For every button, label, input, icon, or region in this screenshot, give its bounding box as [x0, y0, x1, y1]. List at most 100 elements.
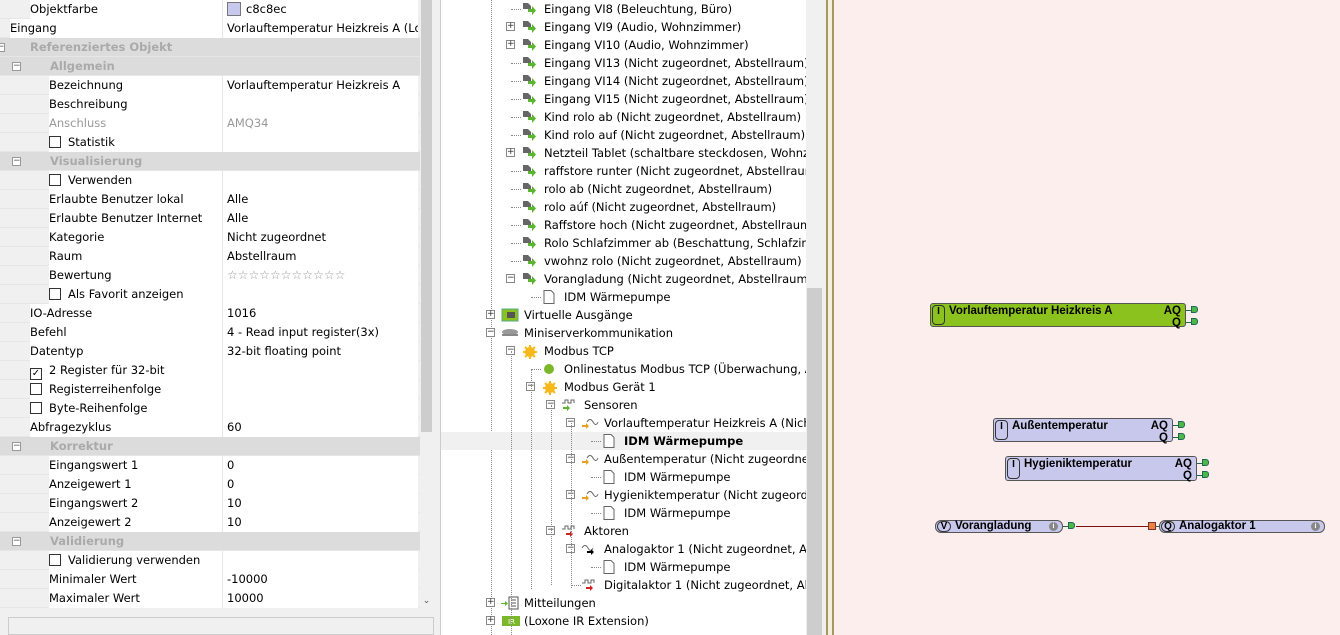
tree-item[interactable]: vwohnz rolo (Nicht zugeordnet, Abstellra… [441, 252, 806, 270]
tree-item[interactable]: rolo ab (Nicht zugeordnet, Abstellraum) [441, 180, 806, 198]
collapse-icon[interactable]: − [506, 274, 515, 283]
property-value[interactable]: Abstellraum [222, 247, 418, 266]
tree-item[interactable]: IDM Wärmepumpe [441, 504, 806, 522]
tree-item[interactable]: IDM Wärmepumpe [441, 432, 806, 450]
tree-item[interactable]: raffstore runter (Nicht zugeordnet, Abst… [441, 162, 806, 180]
tree-item[interactable]: Onlinestatus Modbus TCP (Überwachung, Ab… [441, 360, 806, 378]
property-row[interactable]: Eingang Vorlauftemperatur Heizkreis A (Lo… [0, 19, 420, 38]
property-row[interactable]: Anzeigewert 2 10 [0, 513, 420, 532]
tree-item[interactable]: − Modbus Gerät 1 [441, 378, 806, 396]
property-value[interactable]: 10 [222, 494, 418, 513]
block-aussentemperatur[interactable]: I Außentemperatur AQ Q [993, 418, 1173, 444]
tree-item[interactable]: − Modbus TCP [441, 342, 806, 360]
property-value[interactable] [222, 171, 418, 190]
property-row[interactable]: Kategorie Nicht zugeordnet [0, 228, 420, 247]
block-hygieniktemperatur[interactable]: I Hygieniktemperatur AQ Q [1005, 456, 1197, 482]
property-row[interactable]: Bezeichnung Vorlauftemperatur Heizkreis A [0, 76, 420, 95]
property-value[interactable]: AMQ34 [222, 114, 418, 133]
expand-icon[interactable]: + [506, 22, 515, 31]
tree-item[interactable]: IDM Wärmepumpe [441, 288, 806, 306]
tree-item[interactable]: + Netzteil Tablet (schaltbare steckdosen,… [441, 144, 806, 162]
tree-item[interactable]: − Aktoren [441, 522, 806, 540]
color-swatch[interactable] [227, 2, 241, 16]
checkbox[interactable]: ✓ [30, 368, 42, 380]
checkbox[interactable] [49, 288, 61, 300]
tree-item[interactable]: Kind rolo auf (Nicht zugeordnet, Abstell… [441, 126, 806, 144]
expand-icon[interactable]: + [486, 310, 495, 319]
property-row[interactable]: ✓ 2 Register für 32-bit [0, 361, 420, 380]
property-row[interactable]: Bewertung ☆☆☆☆☆☆☆☆☆☆☆ [0, 266, 420, 285]
output-pin[interactable] [1068, 522, 1075, 529]
output-pin[interactable] [1178, 421, 1185, 428]
tree-item[interactable]: Digitalaktor 1 (Nicht zugeordnet, Abstel… [441, 576, 806, 594]
tree-scrollbar[interactable] [806, 0, 823, 635]
property-value[interactable] [222, 551, 418, 570]
property-row[interactable]: Raum Abstellraum [0, 247, 420, 266]
checkbox[interactable] [49, 174, 61, 186]
collapse-icon[interactable]: − [486, 328, 495, 337]
property-value[interactable]: 60 [222, 418, 418, 437]
tree-item[interactable]: − Miniserverkommunikation [441, 324, 806, 342]
property-value[interactable]: 10 [222, 513, 418, 532]
expand-icon[interactable]: + [486, 598, 495, 607]
logic-canvas[interactable]: I Vorlauftemperatur Heizkreis A AQ Q I A… [834, 0, 1340, 635]
tree-item[interactable]: Eingang VI14 (Nicht zugeordnet, Abstellr… [441, 72, 806, 90]
info-icon[interactable]: i [1049, 522, 1058, 531]
property-value[interactable] [222, 285, 418, 304]
property-row[interactable]: Validierung verwenden [0, 551, 420, 570]
property-value[interactable] [222, 380, 418, 399]
info-icon[interactable]: i [1311, 522, 1320, 531]
tree-item[interactable]: rolo aúf (Nicht zugeordnet, Abstellraum) [441, 198, 806, 216]
property-value[interactable]: c8c8ec [222, 0, 418, 19]
checkbox[interactable] [49, 136, 61, 148]
panel-splitter[interactable] [826, 0, 834, 635]
property-row[interactable]: Maximaler Wert 10000 [0, 589, 420, 608]
input-pin[interactable] [1148, 522, 1156, 530]
property-row[interactable]: − Visualisierung [0, 152, 420, 171]
tree-item[interactable]: − Vorangladung (Nicht zugeordnet, Abstell… [441, 270, 806, 288]
checkbox[interactable] [30, 383, 42, 395]
scrollbar-thumb[interactable] [421, 0, 432, 432]
tree-item[interactable]: Eingang VI13 (Nicht zugeordnet, Abstellr… [441, 54, 806, 72]
property-row[interactable]: Eingangswert 2 10 [0, 494, 420, 513]
property-row[interactable]: Datentyp 32-bit floating point [0, 342, 420, 361]
output-pin[interactable] [1191, 318, 1198, 325]
checkbox[interactable] [49, 554, 61, 566]
block-analogaktor[interactable]: Q Analogaktor 1 i [1159, 520, 1325, 533]
property-value[interactable]: Alle [222, 209, 418, 228]
block-vorlauftemperatur[interactable]: I Vorlauftemperatur Heizkreis A AQ Q [930, 303, 1186, 329]
checkbox[interactable] [30, 402, 42, 414]
property-row[interactable]: Erlaubte Benutzer Internet Alle [0, 209, 420, 228]
tree-item[interactable]: −Hygieniktemperatur (Nicht zugeordnet) [441, 486, 806, 504]
property-row[interactable]: Befehl 4 - Read input register(3x) [0, 323, 420, 342]
property-row[interactable]: Statistik [0, 133, 420, 152]
property-row[interactable]: Beschreibung [0, 95, 420, 114]
property-value[interactable]: -10000 [222, 570, 418, 589]
property-value[interactable] [222, 399, 418, 418]
property-row[interactable]: Erlaubte Benutzer lokal Alle [0, 190, 420, 209]
output-pin[interactable] [1202, 471, 1209, 478]
property-row[interactable]: IO-Adresse 1016 [0, 304, 420, 323]
tree-item[interactable]: IDM Wärmepumpe [441, 468, 806, 486]
block-vorangladung[interactable]: V Vorangladung i [935, 520, 1063, 533]
output-pin[interactable] [1191, 306, 1198, 313]
tree-item[interactable]: − Sensoren [441, 396, 806, 414]
output-pin[interactable] [1178, 433, 1185, 440]
tree-item[interactable]: Kind rolo ab (Nicht zugeordnet, Abstellr… [441, 108, 806, 126]
tree-item[interactable]: Rolo Schlafzimmer ab (Beschattung, Schla… [441, 234, 806, 252]
tree-item[interactable]: −Analogaktor 1 (Nicht zugeordnet, Abstel… [441, 540, 806, 558]
tree-item[interactable]: + Eingang VI9 (Audio, Wohnzimmer) [441, 18, 806, 36]
property-row[interactable]: Registerreihenfolge [0, 380, 420, 399]
property-value[interactable]: Vorlauftemperatur Heizkreis A (Lo... [222, 19, 418, 38]
tree-item[interactable]: + Mitteilungen [441, 594, 806, 612]
scrollbar-thumb[interactable] [807, 288, 822, 635]
property-value[interactable]: Vorlauftemperatur Heizkreis A [222, 76, 418, 95]
tree-item[interactable]: −Vorlauftemperatur Heizkreis A (Nicht zu… [441, 414, 806, 432]
property-value[interactable] [222, 133, 418, 152]
property-value[interactable]: ☆☆☆☆☆☆☆☆☆☆☆ [222, 266, 418, 285]
connection-line[interactable] [1076, 526, 1148, 527]
tree-item[interactable]: + IR (Loxone IR Extension) [441, 612, 806, 630]
property-row[interactable]: Abfragezyklus 60 [0, 418, 420, 437]
property-value[interactable]: 0 [222, 475, 418, 494]
property-row[interactable]: − Validierung [0, 532, 420, 551]
